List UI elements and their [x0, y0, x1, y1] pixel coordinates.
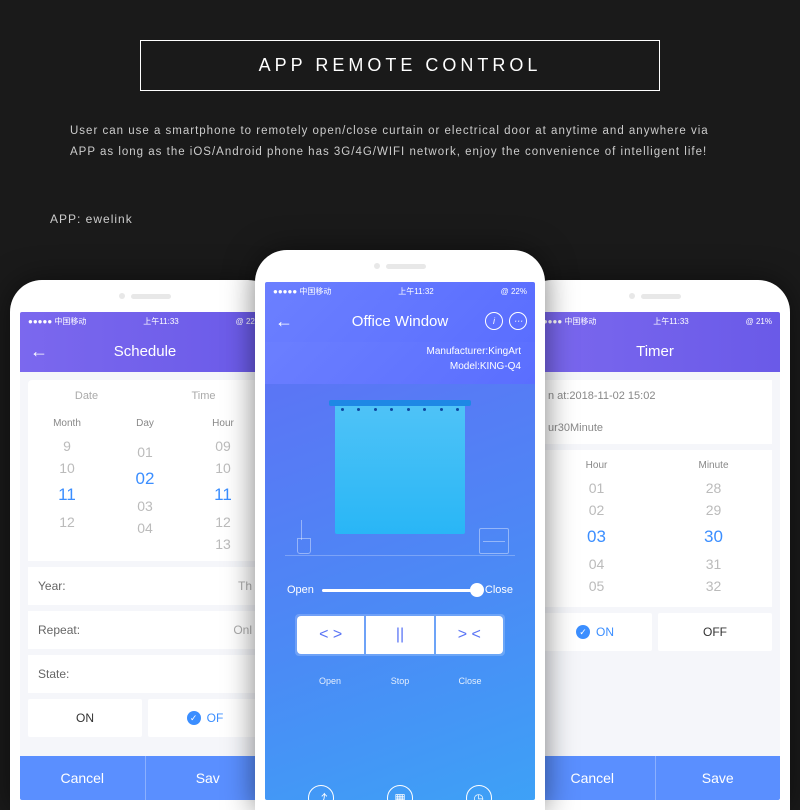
nav-share[interactable]: ⤴Share — [308, 785, 334, 800]
state-on-button[interactable]: ON — [28, 699, 142, 737]
status-bar: ●●●●● 中国移动上午11:32@ 22% — [265, 282, 535, 300]
close-button[interactable]: > < — [436, 616, 503, 654]
year-field[interactable]: Year:Th — [28, 567, 262, 605]
cancel-button[interactable]: Cancel — [530, 756, 655, 800]
schedule-header: ← Schedule — [20, 330, 270, 372]
close-label: Close — [485, 584, 513, 596]
device-info: Manufacturer:KingArtModel:KING-Q4 — [265, 342, 535, 384]
picker-day: Day 01020304 — [106, 418, 184, 555]
save-button[interactable]: Save — [656, 756, 781, 800]
device-header: ← Office Window i ⋯ — [265, 300, 535, 342]
off-button[interactable]: OFF — [658, 613, 772, 651]
plant-icon — [293, 514, 313, 554]
nav-timer[interactable]: ◷Timer — [466, 785, 492, 800]
calendar-icon: ▦ — [387, 785, 413, 800]
nav-schedule[interactable]: ▦Schedule — [381, 785, 419, 800]
phone-timer: ●●●●● 中国移动上午11:33@ 21% Timer n at:2018-1… — [520, 280, 790, 810]
status-bar: ●●●●● 中国移动上午11:33@ 21% — [530, 312, 780, 330]
state-off-button[interactable]: ✓OF — [148, 699, 262, 737]
hero-description: User can use a smartphone to remotely op… — [50, 121, 750, 162]
stop-button[interactable]: || — [366, 616, 433, 654]
check-icon: ✓ — [576, 625, 590, 639]
check-icon: ✓ — [187, 711, 201, 725]
on-button[interactable]: ✓ON — [538, 613, 652, 651]
back-arrow-icon[interactable]: ← — [275, 311, 293, 332]
save-button[interactable]: Sav — [146, 756, 271, 800]
state-field: State: — [28, 655, 262, 693]
picker-month: Month 9101112 — [28, 418, 106, 555]
timer-icon: ◷ — [466, 785, 492, 800]
timer-duration-info: ur30Minute — [538, 412, 772, 444]
tab-time[interactable]: Time — [145, 380, 262, 412]
device-title: Office Window — [352, 313, 448, 330]
app-name-label: APP: ewelink — [50, 212, 800, 226]
more-icon[interactable]: ⋯ — [509, 312, 527, 330]
hero-title-box: APP REMOTE CONTROL — [140, 40, 660, 91]
curtain-illustration — [285, 394, 515, 574]
cancel-button[interactable]: Cancel — [20, 756, 145, 800]
info-icon[interactable]: i — [485, 312, 503, 330]
status-bar: ●●●●● 中国移动上午11:33@ 22% — [20, 312, 270, 330]
tab-date[interactable]: Date — [28, 380, 145, 412]
hero-title: APP REMOTE CONTROL — [259, 55, 542, 75]
position-slider[interactable] — [322, 589, 477, 592]
open-label: Open — [287, 584, 314, 596]
picker-hour: Hour 0910111213 — [184, 418, 262, 555]
schedule-title: Schedule — [114, 343, 177, 360]
phone-device: ●●●●● 中国移动上午11:32@ 22% ← Office Window i… — [255, 250, 545, 810]
date-picker[interactable]: Month 9101112 Day 01020304 Hour 09101112… — [28, 412, 262, 561]
timer-date-info: n at:2018-11-02 15:02 — [538, 380, 772, 412]
open-button[interactable]: < > — [297, 616, 364, 654]
timer-title: Timer — [636, 343, 674, 360]
dresser-icon — [479, 528, 509, 554]
repeat-field[interactable]: Repeat:Onl — [28, 611, 262, 649]
timer-picker[interactable]: Hour 0102030405 Minute 2829303132 — [538, 450, 772, 607]
back-arrow-icon[interactable]: ← — [30, 341, 48, 362]
phone-schedule: ●●●●● 中国移动上午11:33@ 22% ← Schedule Date T… — [10, 280, 280, 810]
timer-header: Timer — [530, 330, 780, 372]
share-icon: ⤴ — [308, 785, 334, 800]
